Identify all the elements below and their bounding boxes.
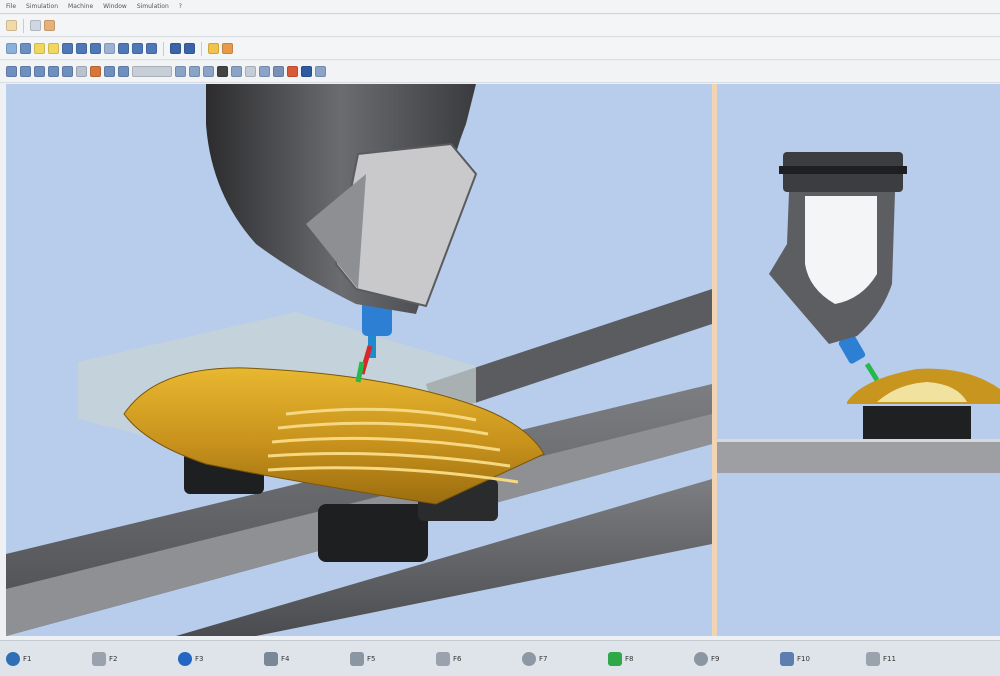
view-front-icon[interactable]	[6, 66, 17, 77]
menu-item-file[interactable]: File	[6, 3, 16, 10]
speed-icon[interactable]	[184, 43, 195, 54]
zoom-window-icon[interactable]	[189, 66, 200, 77]
fkey-label: F4	[281, 654, 290, 663]
side-clamps	[863, 406, 971, 439]
settings-icon[interactable]	[315, 66, 326, 77]
folder-icon[interactable]	[44, 20, 55, 31]
compare-icon[interactable]	[287, 66, 298, 77]
select-icon[interactable]	[6, 43, 17, 54]
workpiece-icon[interactable]	[104, 66, 115, 77]
fkey-label: F10	[797, 654, 810, 663]
axis-icon[interactable]	[118, 66, 129, 77]
zoom-icon[interactable]	[175, 66, 186, 77]
machine-view-icon[interactable]	[90, 66, 101, 77]
cnc-simulation-window: File Simulation Machine Window Simulatio…	[0, 0, 1000, 676]
fkey-label: F7	[539, 654, 548, 663]
menu-item-help[interactable]: ?	[179, 3, 182, 10]
screenshot-icon[interactable]	[301, 66, 312, 77]
fkey-f3[interactable]: F3	[178, 647, 264, 671]
lightning-icon[interactable]	[208, 43, 219, 54]
pause-icon[interactable]	[104, 43, 115, 54]
fkey-f5[interactable]: F5	[350, 647, 436, 671]
view-top-icon[interactable]	[20, 66, 31, 77]
side-scene	[717, 152, 1000, 473]
rotate-icon[interactable]	[231, 66, 242, 77]
zoom-icon	[694, 651, 708, 666]
fkey-label: F2	[109, 654, 118, 663]
table-bar-edge	[717, 439, 1000, 442]
side-tool-green	[864, 362, 880, 382]
fkey-label: F11	[883, 654, 896, 663]
menu-item-window[interactable]: Window	[103, 3, 127, 10]
toolbar-view	[0, 61, 1000, 83]
edit-icon	[264, 651, 278, 666]
text-icon	[866, 651, 880, 666]
grid-icon	[436, 651, 450, 666]
side-spindle-ring	[779, 166, 907, 174]
view-iso-icon[interactable]	[48, 66, 59, 77]
speed-slider-icon[interactable]	[170, 43, 181, 54]
fkey-label: F6	[453, 654, 462, 663]
measure-icon[interactable]	[245, 66, 256, 77]
toolbar-separator	[23, 18, 24, 33]
save-icon[interactable]	[20, 43, 31, 54]
fkey-f11[interactable]: F11	[866, 647, 906, 671]
rewind-icon[interactable]	[62, 43, 73, 54]
side-view-viewport[interactable]	[717, 84, 1000, 636]
view-back-icon[interactable]	[62, 66, 73, 77]
fkey-f6[interactable]: F6	[436, 647, 522, 671]
zoom-fit-icon[interactable]	[203, 66, 214, 77]
tools-icon	[350, 651, 364, 666]
play-icon	[178, 651, 192, 666]
toolbar-file	[0, 15, 1000, 37]
fkey-f4[interactable]: F4	[264, 647, 350, 671]
main-3d-viewport[interactable]	[6, 84, 712, 636]
machine-scene	[6, 84, 712, 636]
step-back-icon[interactable]	[76, 43, 87, 54]
function-key-bar: F1 F2 F3 F4 F5 F6 F7 F8 F9 F10 F11	[0, 640, 1000, 676]
fkey-f2[interactable]: F2	[92, 647, 178, 671]
stop-icon[interactable]	[90, 43, 101, 54]
menu-item-machine[interactable]: Machine	[68, 3, 93, 10]
fkey-f8[interactable]: F8	[608, 647, 694, 671]
palette-icon[interactable]	[222, 43, 233, 54]
toolbar-simulation	[0, 38, 1000, 60]
toolbar-separator	[201, 41, 202, 56]
highlight-icon[interactable]	[34, 43, 45, 54]
section-icon[interactable]	[259, 66, 270, 77]
fkey-f7[interactable]: F7	[522, 647, 608, 671]
pan-icon[interactable]	[217, 66, 228, 77]
menu-item-simulation-2[interactable]: Simulation	[137, 3, 169, 10]
highlight-2-icon[interactable]	[48, 43, 59, 54]
help-icon	[6, 651, 20, 666]
table-bar	[717, 439, 1000, 473]
fkey-label: F9	[711, 654, 720, 663]
view-bottom-icon[interactable]	[76, 66, 87, 77]
fast-forward-icon[interactable]	[132, 43, 143, 54]
step-forward-icon[interactable]	[118, 43, 129, 54]
fkey-f1[interactable]: F1	[6, 647, 92, 671]
menu-item-simulation[interactable]: Simulation	[26, 3, 58, 10]
green-square-icon	[608, 651, 622, 666]
clamp-right	[318, 504, 428, 562]
fkey-label: F3	[195, 654, 204, 663]
window-icon	[780, 651, 794, 666]
new-file-icon[interactable]	[6, 20, 17, 31]
panel-icon	[92, 651, 106, 666]
fkey-label: F1	[23, 654, 32, 663]
side-spindle-window	[805, 196, 877, 304]
open-icon[interactable]	[30, 20, 41, 31]
fkey-f9[interactable]: F9	[694, 647, 780, 671]
fkey-label: F8	[625, 654, 634, 663]
view-side-icon[interactable]	[34, 66, 45, 77]
end-icon[interactable]	[146, 43, 157, 54]
fkey-f10[interactable]: F10	[780, 647, 866, 671]
layers-icon[interactable]	[273, 66, 284, 77]
gear-icon	[522, 651, 536, 666]
view-mode-dropdown[interactable]	[132, 66, 172, 77]
fkey-label: F5	[367, 654, 376, 663]
toolbar-separator	[163, 41, 164, 56]
menu-bar: File Simulation Machine Window Simulatio…	[0, 0, 1000, 14]
